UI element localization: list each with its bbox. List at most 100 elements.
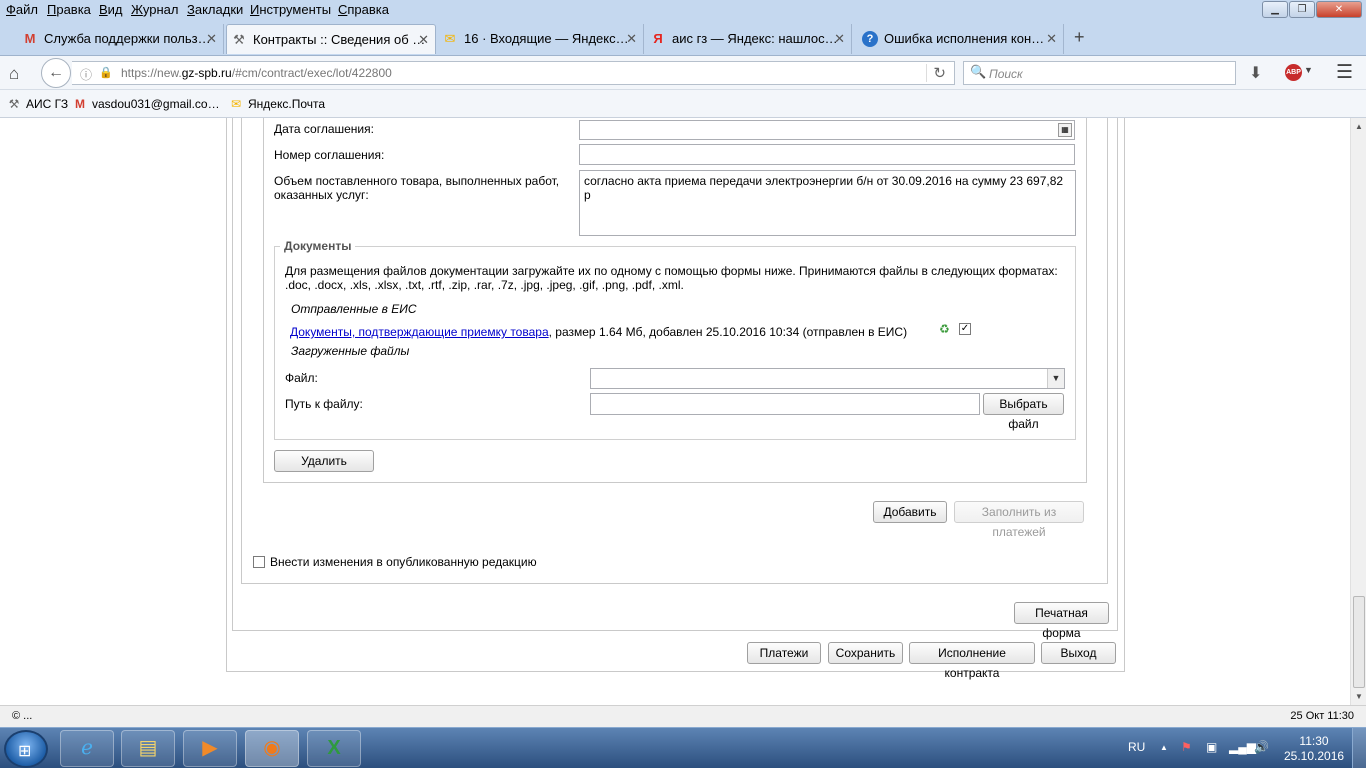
menu-help[interactable]: Справка <box>338 2 389 17</box>
close-window-button[interactable]: ✕ <box>1316 1 1362 18</box>
vertical-scrollbar[interactable]: ▲ ▼ <box>1350 118 1366 705</box>
status-bar: © ... 25 Окт 11:30 <box>0 705 1366 727</box>
device-icon[interactable]: ▣ <box>1206 740 1217 754</box>
payments-button[interactable]: Платежи <box>747 642 821 664</box>
yandex-mail-icon: ✉ <box>230 97 242 111</box>
tab-label: Ошибка исполнения кон… <box>884 31 1045 46</box>
menu-file[interactable]: Файл <box>6 2 38 17</box>
close-icon[interactable]: ✕ <box>418 32 429 48</box>
tab-label: Контракты :: Сведения об … <box>253 32 426 47</box>
contract-execution-button[interactable]: Исполнение контракта <box>909 642 1035 680</box>
media-player-icon[interactable]: ▶ <box>183 730 237 767</box>
menu-icon[interactable]: ☰ <box>1336 61 1353 84</box>
choose-file-button[interactable]: Выбрать файл <box>983 393 1064 431</box>
path-field[interactable] <box>590 393 980 415</box>
sent-document-row: Документы, подтверждающие приемку товара… <box>290 325 907 339</box>
tray-expand-icon[interactable]: ▲ <box>1160 743 1168 752</box>
tab-support[interactable]: M Служба поддержки польз… ✕ <box>18 24 224 54</box>
tab-error[interactable]: ? Ошибка исполнения кон… ✕ <box>858 24 1064 54</box>
info-icon[interactable]: ⓘ <box>80 66 92 83</box>
help-icon: ? <box>862 31 878 47</box>
recycle-icon[interactable]: ♻ <box>939 322 950 336</box>
clock-time: 11:30 <box>1299 734 1329 748</box>
chevron-down-icon[interactable]: ▼ <box>1304 65 1313 75</box>
volume-textarea[interactable]: согласно акта приема передачи электроэне… <box>579 170 1076 236</box>
date-field[interactable]: ▦ <box>579 120 1075 140</box>
status-datetime: 25 Окт 11:30 <box>1290 710 1354 722</box>
volume-icon[interactable]: 🔊 <box>1254 740 1269 754</box>
adblock-icon[interactable]: ABP <box>1285 64 1302 81</box>
sent-heading: Отправленные в ЕИС <box>291 302 417 316</box>
status-left: © ... <box>12 710 33 722</box>
menu-edit[interactable]: Правка <box>47 2 91 17</box>
publish-changes-checkbox[interactable] <box>253 556 265 568</box>
scroll-thumb[interactable] <box>1353 596 1365 688</box>
volume-label: Объем поставленного товара, выполненных … <box>274 174 560 202</box>
tab-strip: M Служба поддержки польз… ✕ ⚒ Контракты … <box>0 20 1366 56</box>
tab-label: аис гз — Яндекс: нашлос… <box>672 31 838 46</box>
path-label: Путь к файлу: <box>285 397 363 411</box>
bookmark-yandex-mail[interactable]: ✉ Яндекс.Почта <box>228 97 325 111</box>
close-icon[interactable]: ✕ <box>206 31 217 47</box>
network-icon[interactable]: ▂▄▆ <box>1229 740 1256 754</box>
url-text: https://new.gz-spb.ru/#cm/contract/exec/… <box>121 66 392 80</box>
number-field[interactable] <box>579 144 1075 165</box>
reload-icon[interactable]: ↻ <box>926 64 946 82</box>
tab-contracts[interactable]: ⚒ Контракты :: Сведения об … ✕ <box>226 24 436 54</box>
close-icon[interactable]: ✕ <box>834 31 845 47</box>
yandex-mail-icon: ✉ <box>444 31 456 46</box>
menu-history[interactable]: Журнал <box>131 2 178 17</box>
exit-button[interactable]: Выход <box>1041 642 1116 664</box>
tab-yandex-search[interactable]: Я аис гз — Яндекс: нашлос… ✕ <box>646 24 852 54</box>
back-button[interactable]: ← <box>41 58 71 88</box>
fill-from-payments-button[interactable]: Заполнить из платежей <box>954 501 1084 539</box>
bookmark-gmail[interactable]: Mvasdou031@gmail.co… <box>72 97 220 111</box>
excel-icon[interactable]: X <box>307 730 361 767</box>
document-checkbox[interactable]: ✓ <box>959 323 971 335</box>
firefox-icon[interactable]: ◉ <box>245 730 299 767</box>
delete-button[interactable]: Удалить <box>274 450 374 472</box>
number-label: Номер соглашения: <box>274 148 385 162</box>
minimize-button[interactable]: ▁ <box>1262 1 1288 18</box>
internet-explorer-icon[interactable]: ℯ <box>60 730 114 767</box>
tab-inbox[interactable]: ✉ 16 · Входящие — Яндекс… ✕ <box>438 24 644 54</box>
explorer-folder-icon[interactable]: ▤ <box>121 730 175 767</box>
documents-legend: Документы <box>280 239 356 253</box>
download-icon[interactable]: ⬇ <box>1249 63 1262 83</box>
menu-tools[interactable]: Инструменты <box>250 2 331 17</box>
url-bar[interactable]: ⓘ 🔒 https://new.gz-spb.ru/#cm/contract/e… <box>72 61 955 85</box>
document-link[interactable]: Документы, подтверждающие приемку товара <box>290 325 549 339</box>
scroll-up-icon[interactable]: ▲ <box>1355 122 1363 131</box>
action-center-icon[interactable]: ⚑ <box>1181 740 1192 754</box>
search-placeholder: Поиск <box>989 67 1023 81</box>
chevron-down-icon[interactable]: ▼ <box>1047 369 1064 388</box>
search-input[interactable]: 🔍 Поиск <box>963 61 1236 85</box>
menu-view[interactable]: Вид <box>99 2 123 17</box>
start-button[interactable]: ⊞ <box>4 730 48 768</box>
uploaded-heading: Загруженные файлы <box>291 344 410 358</box>
tab-label: Служба поддержки польз… <box>44 31 211 46</box>
home-icon[interactable]: ⌂ <box>9 64 19 84</box>
save-button[interactable]: Сохранить <box>828 642 903 664</box>
calendar-icon[interactable]: ▦ <box>1058 123 1072 137</box>
taskbar: ⊞ ℯ ▤ ▶ ◉ X RU ▲ ⚑ ▣ ▂▄▆ 🔊 11:30 25.10.2… <box>0 727 1366 768</box>
print-form-button[interactable]: Печатная форма <box>1014 602 1109 640</box>
menu-bookmarks[interactable]: Закладки <box>187 2 243 17</box>
show-desktop-button[interactable] <box>1352 728 1366 768</box>
maximize-button[interactable]: ❐ <box>1289 1 1315 18</box>
scroll-down-icon[interactable]: ▼ <box>1355 692 1363 701</box>
new-tab-button[interactable]: + <box>1074 27 1085 48</box>
tools-icon: ⚒ <box>8 97 20 111</box>
file-select[interactable]: ▼ <box>590 368 1065 389</box>
publish-changes-label[interactable]: Внести изменения в опубликованную редакц… <box>270 555 537 569</box>
tools-icon: ⚒ <box>233 32 245 47</box>
close-icon[interactable]: ✕ <box>1046 31 1057 47</box>
bookmark-ais-gz[interactable]: ⚒ АИС ГЗ <box>6 97 69 111</box>
add-button[interactable]: Добавить <box>873 501 947 523</box>
document-meta: , размер 1.64 Мб, добавлен 25.10.2016 10… <box>548 325 908 339</box>
clock[interactable]: 11:30 25.10.2016 <box>1284 734 1344 764</box>
close-icon[interactable]: ✕ <box>626 31 637 47</box>
search-icon: 🔍 <box>970 64 987 79</box>
bookmarks-bar: ⚒ АИС ГЗ Mvasdou031@gmail.co… ✉ Яндекс.Поч… <box>0 90 1366 118</box>
language-indicator[interactable]: RU <box>1128 740 1145 754</box>
